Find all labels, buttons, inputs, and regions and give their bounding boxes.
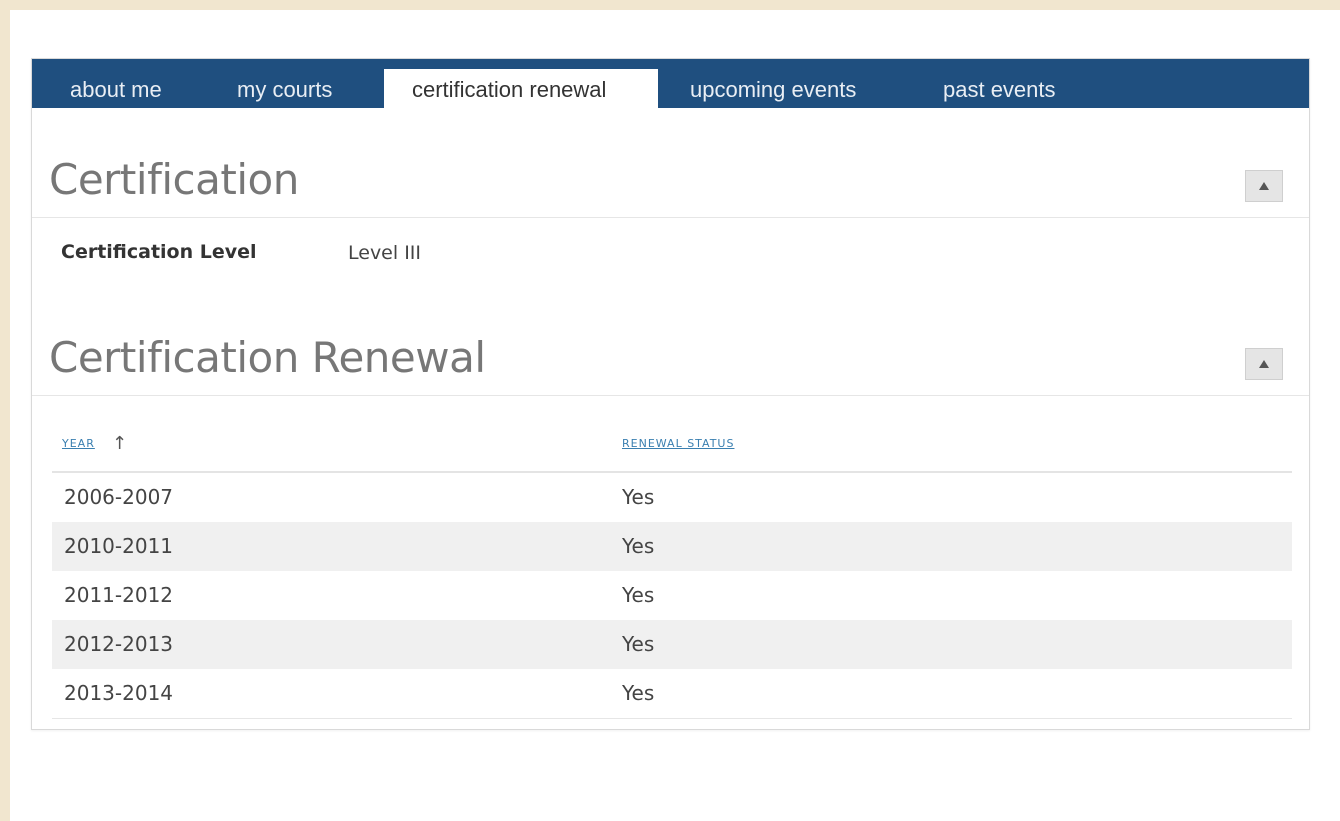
tab-bar: about me my courts certification renewal… [32,59,1309,108]
table-header: YEAR ↑ RENEWAL STATUS [52,415,1292,473]
table-row: 2012-2013 Yes [52,620,1292,669]
year-cell: 2011-2012 [64,583,174,607]
year-column-header[interactable]: YEAR [62,437,95,450]
tab-my-courts[interactable]: my courts [237,59,332,108]
section-divider [32,395,1309,396]
status-cell: Yes [622,583,655,607]
table-row: 2010-2011 Yes [52,522,1292,571]
certification-level-label: Certification Level [61,241,257,263]
certification-collapse-button[interactable] [1245,170,1283,202]
tab-certification-renewal[interactable]: certification renewal [384,69,658,108]
triangle-up-icon [1259,360,1269,368]
year-cell: 2012-2013 [64,632,174,656]
renewal-table: YEAR ↑ RENEWAL STATUS 2006-2007 Yes 2010… [52,415,1292,719]
renewal-collapse-button[interactable] [1245,348,1283,380]
year-cell: 2006-2007 [64,485,174,509]
tab-past-events[interactable]: past events [943,59,1056,108]
table-row: 2013-2014 Yes [52,669,1292,719]
certification-level-value: Level III [348,242,422,264]
status-cell: Yes [622,485,655,509]
status-cell: Yes [622,681,655,705]
tab-upcoming-events[interactable]: upcoming events [690,59,856,108]
table-row: 2006-2007 Yes [52,473,1292,522]
certification-heading: Certification [49,155,299,204]
tab-about-me[interactable]: about me [70,59,162,108]
certification-renewal-heading: Certification Renewal [49,333,486,382]
profile-panel: about me my courts certification renewal… [31,58,1310,730]
triangle-up-icon [1259,182,1269,190]
section-divider [32,217,1309,218]
page: about me my courts certification renewal… [10,10,1340,821]
status-cell: Yes [622,632,655,656]
year-cell: 2010-2011 [64,534,174,558]
renewal-status-column-header[interactable]: RENEWAL STATUS [622,437,734,450]
year-cell: 2013-2014 [64,681,174,705]
table-row: 2011-2012 Yes [52,571,1292,620]
sort-ascending-icon: ↑ [112,433,128,454]
status-cell: Yes [622,534,655,558]
